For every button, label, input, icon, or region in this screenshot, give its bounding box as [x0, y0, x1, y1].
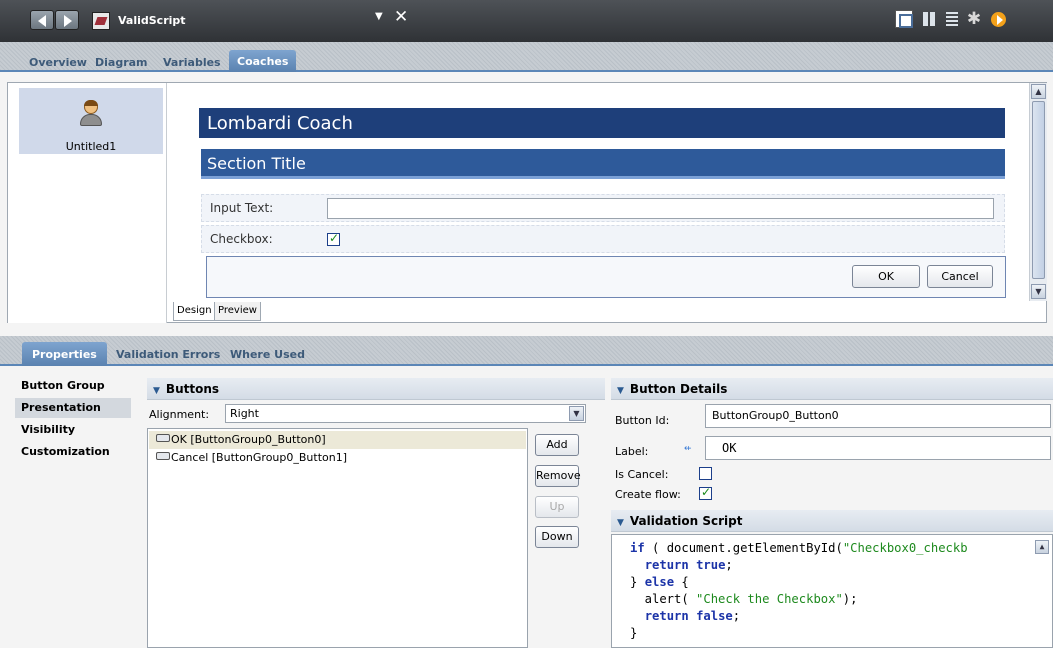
alignment-select[interactable]: Right ▼	[225, 404, 586, 423]
forward-button[interactable]	[55, 10, 79, 30]
columns-icon[interactable]	[920, 10, 938, 28]
buttons-list[interactable]: OK [ButtonGroup0_Button0] Cancel [Button…	[147, 428, 528, 648]
is-cancel-label: Is Cancel:	[615, 468, 669, 481]
process-icon	[92, 12, 110, 30]
checkbox-label: Checkbox:	[210, 232, 273, 246]
canvas-scrollbar[interactable]: ▲ ▼	[1029, 83, 1047, 301]
checkbox-row[interactable]: Checkbox:	[201, 225, 1005, 253]
scroll-up-icon[interactable]: ▲	[1031, 84, 1046, 99]
close-icon[interactable]: ✕	[394, 7, 408, 27]
window-title: ValidScript	[118, 14, 186, 27]
palette-item-untitled1[interactable]: Untitled1	[19, 88, 163, 154]
alignment-value: Right	[230, 407, 259, 420]
buttons-section-header[interactable]: ▼ Buttons	[147, 378, 605, 400]
buttons-section-title: Buttons	[165, 382, 220, 396]
forward-arrow-icon	[64, 15, 72, 27]
properties-panel: Button Group Presentation Visibility Cus…	[7, 370, 1053, 648]
debug-icon[interactable]: ✱	[965, 10, 983, 28]
tab-preview[interactable]: Preview	[214, 302, 261, 321]
list-item[interactable]: OK [ButtonGroup0_Button0]	[149, 431, 526, 449]
scroll-thumb[interactable]	[1032, 101, 1045, 279]
cancel-button[interactable]: Cancel	[927, 265, 993, 288]
button-details-header[interactable]: ▼ Button Details	[611, 378, 1053, 400]
code-line-2: return true;	[644, 558, 733, 572]
validation-script-title: Validation Script	[629, 514, 743, 528]
create-flow-checkbox[interactable]	[699, 485, 712, 500]
sidebar-item-presentation[interactable]: Presentation	[15, 398, 131, 418]
validation-script-header[interactable]: ▼ Validation Script	[611, 510, 1053, 532]
code-line-4: alert( "Check the Checkbox");	[630, 592, 858, 606]
layout-icon[interactable]	[895, 10, 913, 28]
button-id-field[interactable]: ButtonGroup0_Button0	[705, 404, 1051, 428]
validation-script-editor[interactable]: if ( document.getElementById("Checkbox0_…	[611, 534, 1053, 648]
editor-tab-bar: Overview Diagram Variables Coaches	[0, 42, 1053, 72]
button-group[interactable]: OK Cancel	[206, 256, 1006, 298]
button-details-title: Button Details	[629, 382, 728, 396]
chevron-down-icon: ▼	[617, 386, 624, 396]
design-surface: Lombardi Coach Section Title Input Text:…	[173, 83, 1028, 300]
title-bar: ValidScript ▼ ✕ ✱	[0, 0, 1053, 42]
list-item[interactable]: Cancel [ButtonGroup0_Button1]	[149, 449, 526, 467]
back-button[interactable]	[30, 10, 54, 30]
tab-properties[interactable]: Properties	[22, 342, 107, 366]
input-text-row[interactable]: Input Text:	[201, 194, 1005, 222]
coach-canvas: Untitled1 Lombardi Coach Section Title I…	[7, 82, 1047, 323]
user-icon	[79, 100, 103, 126]
input-text-label: Input Text:	[210, 201, 274, 215]
palette-item-label: Untitled1	[65, 140, 117, 153]
sidebar-item-visibility[interactable]: Visibility	[15, 420, 131, 440]
up-button[interactable]: Up	[535, 496, 579, 518]
section-title[interactable]: Section Title	[201, 149, 1005, 179]
chevron-down-icon: ▼	[153, 386, 160, 396]
button-id-label: Button Id:	[615, 414, 670, 427]
button-icon	[156, 452, 170, 460]
is-cancel-checkbox[interactable]	[699, 467, 712, 480]
coach-title[interactable]: Lombardi Coach	[199, 108, 1005, 138]
back-arrow-icon	[38, 15, 46, 27]
chevron-down-icon[interactable]: ▼	[375, 11, 383, 22]
remove-button[interactable]: Remove	[535, 465, 581, 487]
chevron-down-icon[interactable]: ▼	[569, 406, 584, 421]
tab-coaches[interactable]: Coaches	[229, 50, 297, 72]
code-line-3: } else {	[630, 575, 689, 589]
localization-icon[interactable]: ⇷	[684, 444, 692, 454]
tab-overview[interactable]: Overview	[29, 56, 87, 69]
down-button[interactable]: Down	[535, 526, 579, 548]
list-view-icon[interactable]	[943, 10, 961, 28]
code-line-1: if ( document.getElementById("Checkbox0_…	[630, 541, 968, 555]
add-button[interactable]: Add	[535, 434, 579, 456]
sidebar-item-customization[interactable]: Customization	[15, 442, 131, 462]
properties-tab-bar: Properties Validation Errors Where Used	[0, 336, 1053, 366]
tab-design[interactable]: Design	[173, 302, 216, 321]
chevron-down-icon: ▼	[617, 518, 624, 528]
button-icon	[156, 434, 170, 442]
code-line-6: }	[630, 626, 638, 640]
tab-validation-errors[interactable]: Validation Errors	[116, 348, 220, 361]
scroll-up-icon[interactable]: ▲	[1035, 540, 1049, 554]
ok-button[interactable]: OK	[852, 265, 920, 288]
label-field[interactable]: OK	[705, 436, 1051, 460]
list-item-label: Cancel [ButtonGroup0_Button1]	[171, 451, 348, 464]
list-item-label: OK [ButtonGroup0_Button0]	[171, 433, 326, 446]
view-toolbar: ✱	[895, 10, 1050, 30]
sidebar-item-button-group[interactable]: Button Group	[15, 376, 131, 396]
tab-where-used[interactable]: Where Used	[230, 348, 305, 361]
create-flow-label: Create flow:	[615, 488, 681, 501]
run-icon[interactable]	[987, 10, 1009, 28]
coach-palette: Untitled1	[8, 83, 167, 323]
scroll-down-icon[interactable]: ▼	[1031, 284, 1046, 299]
coach-checkbox[interactable]	[327, 231, 340, 246]
code-line-5: return false;	[644, 609, 741, 623]
input-text-field[interactable]	[327, 198, 994, 219]
label-label: Label:	[615, 445, 649, 458]
tab-diagram[interactable]: Diagram	[95, 56, 148, 69]
tab-variables[interactable]: Variables	[163, 56, 221, 69]
alignment-label: Alignment:	[149, 408, 210, 421]
